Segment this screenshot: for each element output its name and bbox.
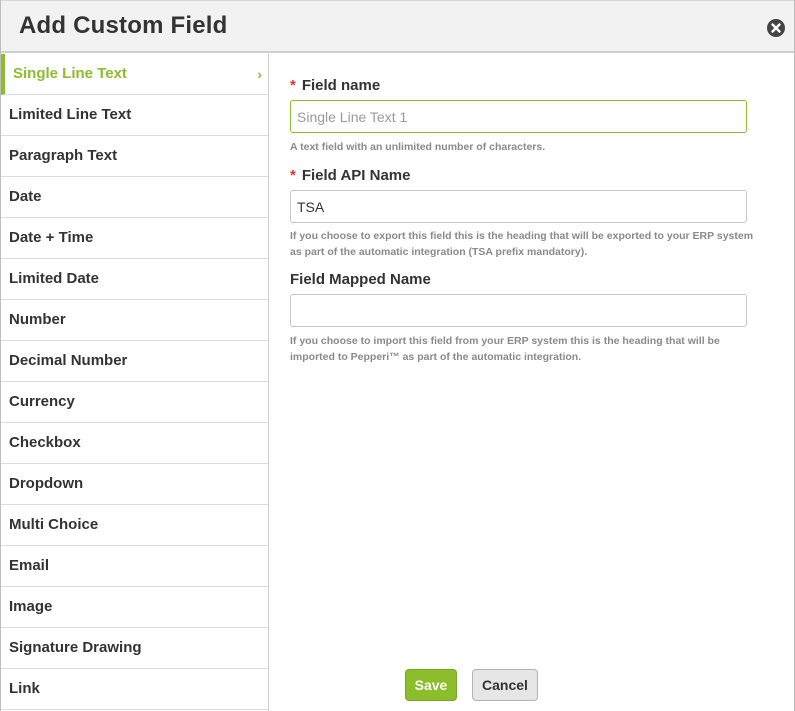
dialog-title: Add Custom Field — [19, 12, 228, 39]
field-type-list: Single Line Text › Limited Line Text Par… — [1, 54, 269, 711]
sidebar-item-limited-date[interactable]: Limited Date — [1, 259, 268, 300]
chevron-right-icon: › — [257, 66, 262, 82]
sidebar-item-label: Date + Time — [9, 229, 94, 246]
sidebar-item-decimal-number[interactable]: Decimal Number — [1, 341, 268, 382]
field-api-name-help: If you choose to export this field this … — [290, 230, 754, 258]
sidebar-item-currency[interactable]: Currency — [1, 382, 268, 423]
field-api-name-label: * Field API Name — [290, 167, 411, 184]
sidebar-item-label: Single Line Text — [13, 65, 127, 82]
sidebar-item-label: Dropdown — [9, 475, 84, 492]
sidebar-item-label: Multi Choice — [9, 516, 99, 533]
sidebar-item-multi-choice[interactable]: Multi Choice — [1, 505, 268, 546]
field-name-help: A text field with an unlimited number of… — [290, 141, 546, 153]
add-custom-field-dialog: Add Custom Field Single Line Text › Limi… — [0, 0, 795, 711]
field-settings-form: *Field name A text field with an unlimit… — [270, 54, 794, 711]
field-mapped-name-help: If you choose to import this field from … — [290, 335, 720, 363]
sidebar-item-label: Limited Line Text — [9, 106, 132, 123]
sidebar-item-label: Email — [9, 557, 50, 574]
sidebar-item-limited-line-text[interactable]: Limited Line Text — [1, 95, 268, 136]
sidebar-item-link[interactable]: Link — [1, 669, 268, 710]
sidebar-item-label: Number — [9, 311, 66, 328]
required-marker: * — [290, 167, 296, 184]
cancel-button[interactable]: Cancel — [472, 669, 538, 701]
sidebar-item-label: Link — [9, 680, 40, 697]
sidebar-item-number[interactable]: Number — [1, 300, 268, 341]
sidebar-item-date-time[interactable]: Date + Time — [1, 218, 268, 259]
required-marker: * — [290, 77, 296, 94]
field-api-name-input[interactable] — [290, 190, 747, 223]
sidebar-item-paragraph-text[interactable]: Paragraph Text — [1, 136, 268, 177]
field-mapped-name-label: Field Mapped Name — [290, 271, 431, 288]
sidebar-item-label: Paragraph Text — [9, 147, 118, 164]
sidebar-item-label: Date — [9, 188, 42, 205]
sidebar-item-label: Limited Date — [9, 270, 100, 287]
sidebar-item-email[interactable]: Email — [1, 546, 268, 587]
sidebar-item-label: Decimal Number — [9, 352, 128, 369]
sidebar-item-single-line-text[interactable]: Single Line Text › — [1, 54, 268, 95]
sidebar-item-dropdown[interactable]: Dropdown — [1, 464, 268, 505]
dialog-header: Add Custom Field — [1, 0, 794, 53]
field-name-input[interactable] — [290, 100, 747, 133]
field-name-label: * Field name — [290, 77, 381, 94]
save-button[interactable]: Save — [405, 669, 457, 701]
sidebar-item-image[interactable]: Image — [1, 587, 268, 628]
sidebar-item-signature-drawing[interactable]: Signature Drawing — [1, 628, 268, 669]
sidebar-item-label: Checkbox — [9, 434, 81, 451]
sidebar-item-label: Currency — [9, 393, 75, 410]
field-mapped-name-input[interactable] — [290, 294, 747, 327]
sidebar-item-label: Signature Drawing — [9, 639, 142, 656]
sidebar-item-label: Image — [9, 598, 53, 615]
sidebar-item-date[interactable]: Date — [1, 177, 268, 218]
close-icon[interactable] — [767, 19, 785, 37]
sidebar-item-checkbox[interactable]: Checkbox — [1, 423, 268, 464]
